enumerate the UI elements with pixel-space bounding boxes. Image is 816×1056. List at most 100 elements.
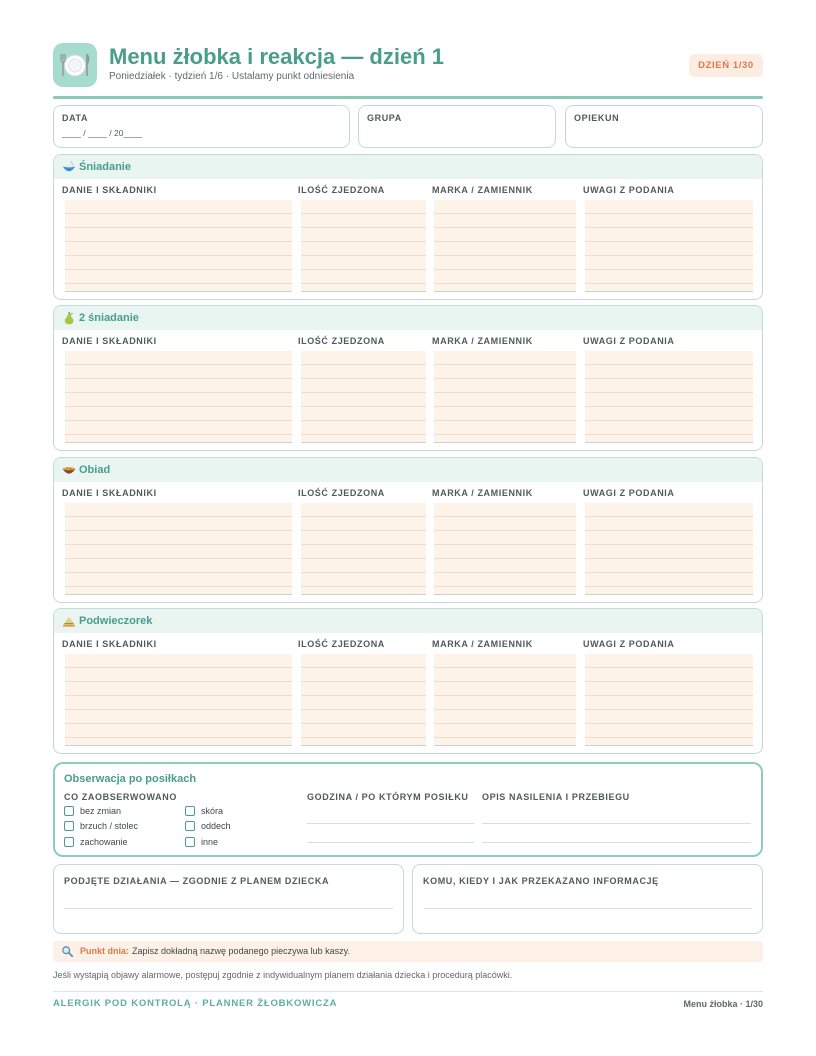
meal-section-afternoon-snack: Podwieczorek DANIE I SKŁADNIKI ILOŚĆ ZJE…	[53, 608, 763, 754]
option-breathing[interactable]: oddech	[185, 820, 295, 832]
information-passed-writing-line[interactable]	[424, 908, 752, 909]
footer-page-number: Menu żłobka · 1/30	[683, 999, 763, 1009]
notes-writing-field[interactable]	[585, 503, 753, 595]
dish-writing-field[interactable]	[65, 654, 292, 746]
page-subtitle: Poniedziałek · tydzień 1/6 · Ustalamy pu…	[109, 71, 355, 82]
option-label: bez zmian	[80, 806, 122, 816]
observed-label: CO ZAOBSERWOWANO	[64, 792, 177, 802]
column-heading-serving-notes: UWAGI Z PODANIA	[583, 639, 675, 649]
tip-message: Zapisz dokładną nazwę podanego pieczywa …	[132, 946, 350, 956]
actions-taken-writing-line[interactable]	[64, 908, 393, 909]
column-heading-serving-notes: UWAGI Z PODANIA	[583, 185, 675, 195]
description-label: OPIS NASILENIA I PRZEBIEGU	[482, 792, 630, 802]
actions-taken-box: PODJĘTE DZIAŁANIA — ZGODNIE Z PLANEM DZI…	[53, 864, 404, 934]
meal-header: Obiad	[54, 458, 762, 482]
time-writing-line[interactable]	[307, 823, 474, 824]
description-writing-line[interactable]	[482, 842, 751, 843]
option-behaviour[interactable]: zachowanie	[64, 836, 174, 848]
option-label: brzuch / stolec	[80, 821, 139, 831]
column-heading-dish: DANIE I SKŁADNIKI	[62, 336, 157, 346]
meal-header: Śniadanie	[54, 155, 762, 179]
tip-text: Punkt dnia: Zapisz dokładną nazwę podaneg…	[80, 946, 350, 957]
actions-taken-label: PODJĘTE DZIAŁANIA — ZGODNIE Z PLANEM DZI…	[64, 876, 330, 886]
day-badge: DZIEŃ 1/30	[689, 54, 763, 77]
column-heading-serving-notes: UWAGI Z PODANIA	[583, 488, 675, 498]
meal-section-second-breakfast: 2 śniadanie DANIE I SKŁADNIKI ILOŚĆ ZJED…	[53, 305, 763, 451]
dish-writing-field[interactable]	[65, 200, 292, 292]
description-writing-line[interactable]	[482, 823, 751, 824]
notes-writing-field[interactable]	[585, 654, 753, 746]
meal-section-lunch: Obiad DANIE I SKŁADNIKI ILOŚĆ ZJEDZONA M…	[53, 457, 763, 603]
brand-writing-field[interactable]	[434, 351, 576, 443]
plate-cutlery-icon	[53, 43, 97, 87]
checkbox[interactable]	[64, 837, 74, 847]
amount-writing-field[interactable]	[301, 503, 426, 595]
date-field[interactable]: DATA ____ / ____ / 20____	[53, 105, 350, 148]
option-label: inne	[201, 837, 219, 847]
group-label: GRUPA	[367, 113, 402, 123]
safety-note: Jeśli wystąpią objawy alarmowe, postępuj…	[53, 970, 513, 980]
information-passed-label: KOMU, KIEDY I JAK PRZEKAZANO INFORMACJĘ	[423, 876, 659, 886]
column-heading-amount-eaten: ILOŚĆ ZJEDZONA	[298, 488, 385, 498]
column-heading-brand: MARKA / ZAMIENNIK	[432, 639, 533, 649]
meal-header: Podwieczorek	[54, 609, 762, 633]
checkbox[interactable]	[185, 837, 195, 847]
checkbox[interactable]	[64, 821, 74, 831]
pear-icon	[62, 311, 76, 325]
meal-title: Obiad	[79, 464, 111, 476]
caregiver-field[interactable]: OPIEKUN	[565, 105, 763, 148]
checkbox[interactable]	[185, 821, 195, 831]
stew-pot-icon	[62, 463, 76, 477]
group-field[interactable]: GRUPA	[358, 105, 556, 148]
information-passed-box: KOMU, KIEDY I JAK PRZEKAZANO INFORMACJĘ	[412, 864, 763, 934]
option-label: zachowanie	[80, 837, 128, 847]
column-heading-amount-eaten: ILOŚĆ ZJEDZONA	[298, 185, 385, 195]
dish-writing-field[interactable]	[65, 503, 292, 595]
checkbox[interactable]	[185, 806, 195, 816]
column-heading-brand: MARKA / ZAMIENNIK	[432, 185, 533, 195]
option-no-change[interactable]: bez zmian	[64, 805, 174, 817]
column-heading-dish: DANIE I SKŁADNIKI	[62, 185, 157, 195]
column-heading-amount-eaten: ILOŚĆ ZJEDZONA	[298, 639, 385, 649]
brand-writing-field[interactable]	[434, 503, 576, 595]
planner-page: Menu żłobka i reakcja — dzień 1 Poniedzi…	[0, 0, 816, 1056]
column-heading-brand: MARKA / ZAMIENNIK	[432, 336, 533, 346]
option-other[interactable]: inne	[185, 836, 295, 848]
meal-header: 2 śniadanie	[54, 306, 762, 330]
column-heading-serving-notes: UWAGI Z PODANIA	[583, 336, 675, 346]
meal-section-breakfast: Śniadanie DANIE I SKŁADNIKI ILOŚĆ ZJEDZO…	[53, 154, 763, 300]
footer-divider	[53, 991, 763, 992]
notes-writing-field[interactable]	[585, 200, 753, 292]
time-writing-line[interactable]	[307, 842, 474, 843]
date-value[interactable]: ____ / ____ / 20____	[62, 128, 142, 139]
notes-writing-field[interactable]	[585, 351, 753, 443]
header-divider	[53, 96, 763, 99]
observation-section: Obserwacja po posiłkach CO ZAOBSERWOWANO…	[53, 762, 763, 857]
daily-tip: Punkt dnia: Zapisz dokładną nazwę podaneg…	[53, 941, 763, 962]
dish-writing-field[interactable]	[65, 351, 292, 443]
caregiver-label: OPIEKUN	[574, 113, 620, 123]
option-label: skóra	[201, 806, 224, 816]
column-heading-amount-eaten: ILOŚĆ ZJEDZONA	[298, 336, 385, 346]
option-stomach-stool[interactable]: brzuch / stolec	[64, 820, 174, 832]
column-heading-dish: DANIE I SKŁADNIKI	[62, 639, 157, 649]
sandwich-icon	[62, 614, 76, 628]
checkbox[interactable]	[64, 806, 74, 816]
meal-title: Podwieczorek	[79, 615, 153, 627]
option-skin[interactable]: skóra	[185, 805, 295, 817]
amount-writing-field[interactable]	[301, 351, 426, 443]
tip-label: Punkt dnia:	[80, 946, 129, 956]
brand-writing-field[interactable]	[434, 654, 576, 746]
column-heading-dish: DANIE I SKŁADNIKI	[62, 488, 157, 498]
time-label: GODZINA / PO KTÓRYM POSIŁKU	[307, 792, 469, 802]
meal-title: 2 śniadanie	[79, 312, 139, 324]
footer-brand: ALERGIK POD KONTROLĄ · PLANNER ŻŁOBKOWIC…	[53, 998, 338, 1009]
brand-writing-field[interactable]	[434, 200, 576, 292]
amount-writing-field[interactable]	[301, 200, 426, 292]
page-title: Menu żłobka i reakcja — dzień 1	[109, 44, 444, 69]
bowl-icon	[62, 160, 76, 174]
amount-writing-field[interactable]	[301, 654, 426, 746]
option-label: oddech	[201, 821, 231, 831]
date-label: DATA	[62, 113, 89, 123]
meal-title: Śniadanie	[79, 161, 131, 173]
